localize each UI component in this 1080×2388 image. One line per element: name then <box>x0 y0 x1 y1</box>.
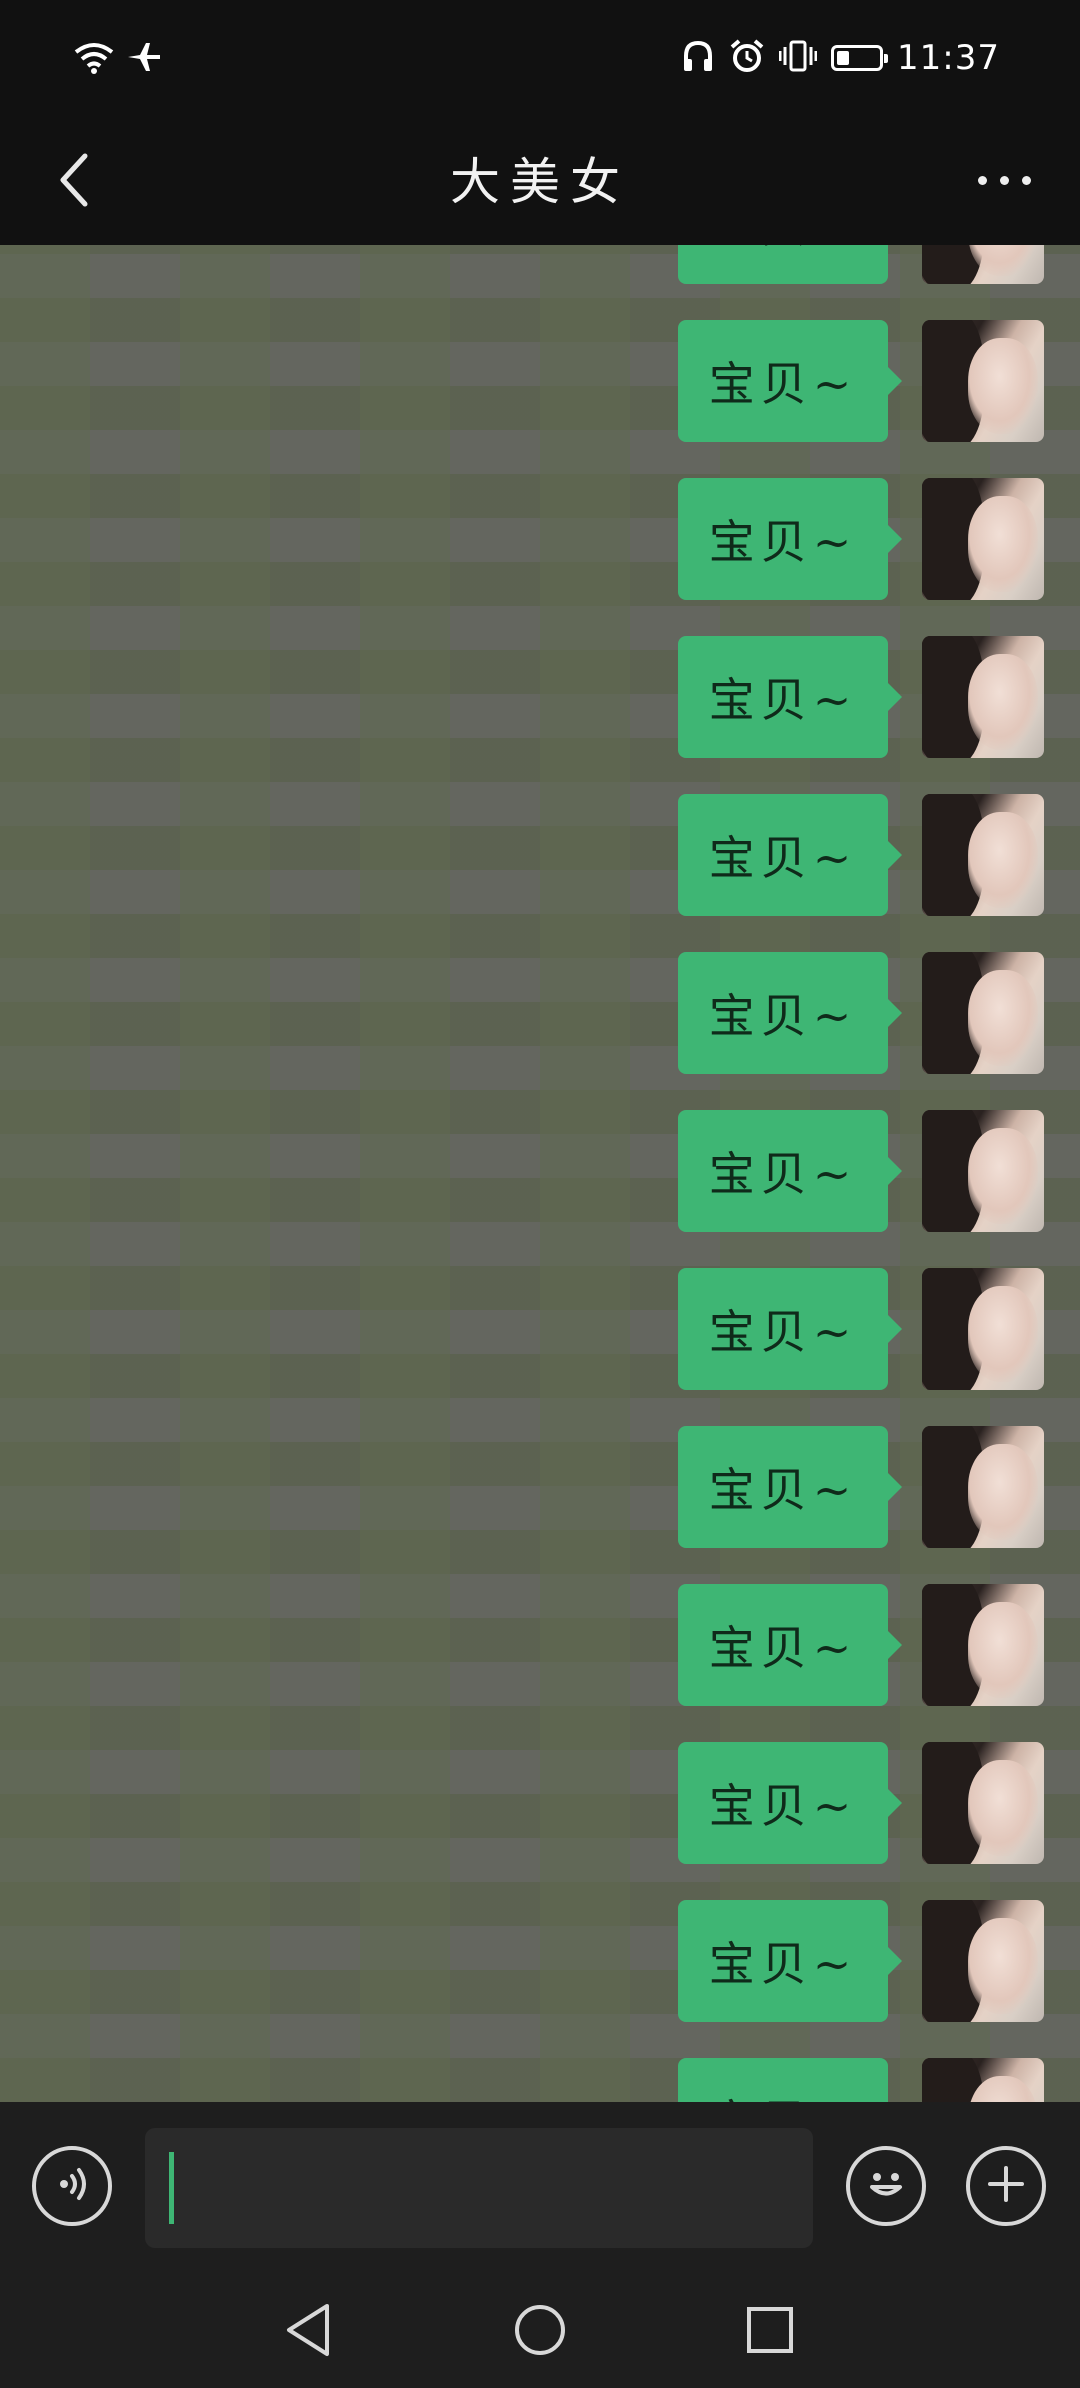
avatar[interactable] <box>922 320 1044 442</box>
alarm-icon <box>729 38 765 78</box>
plus-button[interactable] <box>966 2146 1046 2226</box>
voice-button[interactable] <box>32 2146 112 2226</box>
message-row: 宝贝~ <box>0 636 1080 758</box>
message-bubble[interactable]: 宝贝~ <box>678 952 902 1074</box>
message-bubble[interactable]: 宝贝~ <box>678 1268 902 1390</box>
avatar[interactable] <box>922 952 1044 1074</box>
text-cursor <box>169 2152 174 2224</box>
avatar[interactable] <box>922 1110 1044 1232</box>
message-row: 宝贝~ <box>0 245 1080 284</box>
avatar[interactable] <box>922 794 1044 916</box>
battery-fill <box>837 51 850 65</box>
message-bubble[interactable]: 宝贝~ <box>678 478 902 600</box>
nav-recents-icon <box>745 2305 795 2359</box>
headphones-icon <box>681 39 715 77</box>
nav-back-button[interactable] <box>278 2302 338 2362</box>
message-row: 宝贝~ <box>0 794 1080 916</box>
airplane-icon <box>126 40 162 78</box>
message-bubble[interactable]: 宝贝~ <box>678 636 902 758</box>
more-button[interactable] <box>964 150 1044 210</box>
avatar[interactable] <box>922 245 1044 284</box>
status-bar: 11:37 <box>0 0 1080 120</box>
message-row: 宝贝~ <box>0 1426 1080 1548</box>
nav-back-icon <box>283 2302 333 2362</box>
chat-messages[interactable]: 宝贝~宝贝~宝贝~宝贝~宝贝~宝贝~宝贝~宝贝~宝贝~宝贝~宝贝~宝贝~宝贝~宝… <box>0 245 1080 2102</box>
chat-title: 大美女 <box>450 153 630 211</box>
emoji-button[interactable] <box>846 2146 926 2226</box>
message-row: 宝贝~ <box>0 1110 1080 1232</box>
message-bubble[interactable]: 宝贝~ <box>678 320 902 442</box>
message-row: 宝贝~ <box>0 1900 1080 2022</box>
message-row: 宝贝~ <box>0 1584 1080 1706</box>
nav-home-icon <box>513 2303 567 2361</box>
avatar[interactable] <box>922 1584 1044 1706</box>
status-left-icons <box>74 40 162 78</box>
message-bubble[interactable]: 宝贝~ <box>678 1742 902 1864</box>
avatar[interactable] <box>922 1900 1044 2022</box>
avatar[interactable] <box>922 1426 1044 1548</box>
message-row: 宝贝~ <box>0 478 1080 600</box>
message-bubble[interactable]: 宝贝~ <box>678 1584 902 1706</box>
message-row: 宝贝~ <box>0 952 1080 1074</box>
status-right-icons: 11:37 <box>681 38 1000 78</box>
status-time: 11:37 <box>897 38 1000 78</box>
message-input[interactable] <box>145 2128 813 2248</box>
more-icon <box>977 175 1031 185</box>
message-row: 宝贝~ <box>0 2058 1080 2102</box>
avatar[interactable] <box>922 636 1044 758</box>
message-bubble[interactable]: 宝贝~ <box>678 1426 902 1548</box>
voice-icon <box>52 2164 92 2208</box>
system-nav-bar <box>0 2272 1080 2388</box>
message-bubble[interactable]: 宝贝~ <box>678 245 888 284</box>
message-bubble[interactable]: 宝贝~ <box>678 1110 902 1232</box>
vibrate-icon <box>778 39 818 77</box>
avatar[interactable] <box>922 2058 1044 2102</box>
nav-home-button[interactable] <box>510 2302 570 2362</box>
message-bubble[interactable]: 宝贝~ <box>678 1900 902 2022</box>
emoji-icon <box>858 2156 914 2216</box>
chat-header: 大美女 <box>0 120 1080 245</box>
nav-recents-button[interactable] <box>740 2302 800 2362</box>
avatar[interactable] <box>922 1742 1044 1864</box>
avatar[interactable] <box>922 478 1044 600</box>
message-row: 宝贝~ <box>0 1268 1080 1390</box>
message-row: 宝贝~ <box>0 1742 1080 1864</box>
message-bubble[interactable]: 宝贝~ <box>678 2058 888 2102</box>
plus-icon <box>984 2162 1028 2210</box>
battery-icon <box>831 45 889 71</box>
message-row: 宝贝~ <box>0 320 1080 442</box>
input-bar <box>0 2102 1080 2272</box>
wifi-icon <box>74 40 114 78</box>
avatar[interactable] <box>922 1268 1044 1390</box>
message-bubble[interactable]: 宝贝~ <box>678 794 902 916</box>
